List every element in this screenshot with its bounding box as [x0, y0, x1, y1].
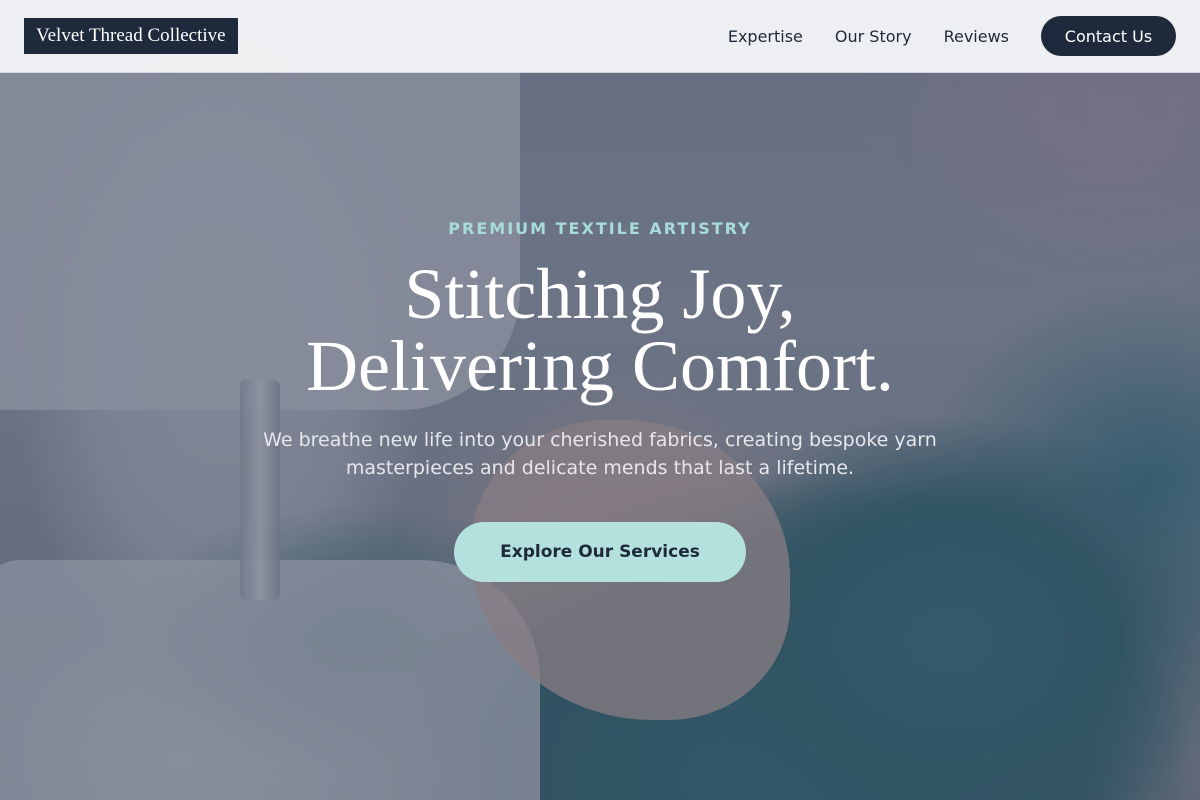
- site-header: Velvet Thread Collective Expertise Our S…: [0, 0, 1200, 73]
- nav-link-reviews[interactable]: Reviews: [944, 27, 1009, 46]
- nav-link-expertise[interactable]: Expertise: [728, 27, 803, 46]
- nav-link-our-story[interactable]: Our Story: [835, 27, 912, 46]
- contact-us-button[interactable]: Contact Us: [1041, 16, 1176, 56]
- hero-subtext: We breathe new life into your cherished …: [263, 429, 937, 479]
- brand-logo[interactable]: Velvet Thread Collective: [24, 18, 238, 54]
- hero-eyebrow: PREMIUM TEXTILE ARTISTRY: [448, 219, 752, 238]
- explore-services-button[interactable]: Explore Our Services: [454, 522, 746, 582]
- headline-line-1: Stitching Joy,: [404, 254, 796, 334]
- headline-line-2: Delivering Comfort.: [306, 326, 894, 406]
- main-nav: Expertise Our Story Reviews Contact Us: [728, 16, 1176, 56]
- hero-headline: Stitching Joy, Delivering Comfort.: [306, 258, 894, 402]
- hero-content: PREMIUM TEXTILE ARTISTRY Stitching Joy, …: [0, 0, 1200, 800]
